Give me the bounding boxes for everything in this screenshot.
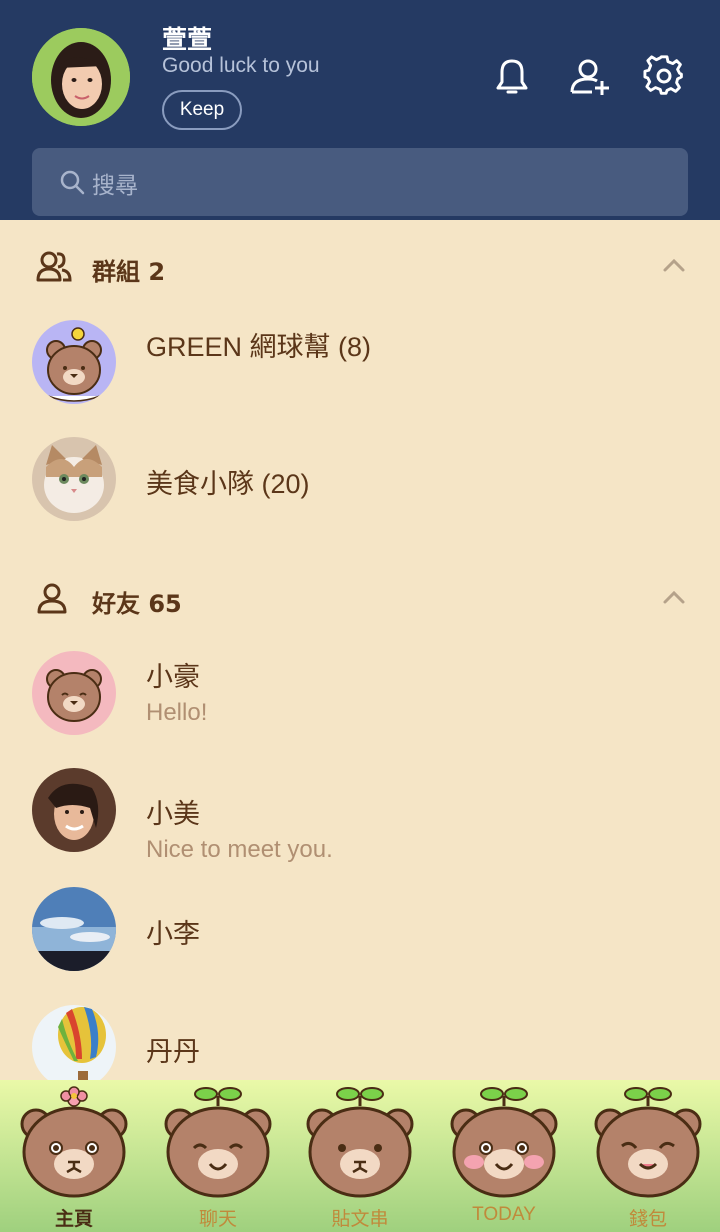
search-bar[interactable]: 搜尋 bbox=[32, 148, 688, 216]
bottom-tab-bar: 主頁 聊天 貼文串 TODAY 錢包 bbox=[0, 1080, 720, 1232]
chevron-up-icon[interactable] bbox=[660, 252, 688, 280]
bell-icon[interactable] bbox=[490, 54, 534, 98]
search-icon bbox=[60, 170, 85, 195]
profile-header: 萱萱 Good luck to you Keep 搜尋 bbox=[0, 0, 720, 220]
friend-status-message: Hello! bbox=[146, 699, 208, 726]
group-name: GREEN 網球幫 (8) bbox=[146, 332, 372, 362]
group-avatar-cat bbox=[32, 437, 116, 521]
friend-name: 丹丹 bbox=[146, 1037, 200, 1067]
profile-name: 萱萱 bbox=[162, 25, 213, 54]
chevron-up-icon[interactable] bbox=[660, 584, 688, 612]
friends-section-header[interactable]: 好友 65 bbox=[0, 568, 720, 628]
friend-name: 小豪 bbox=[146, 662, 200, 692]
tab-wallet-label: 錢包 bbox=[628, 1209, 667, 1230]
person-icon bbox=[37, 583, 67, 614]
friend-avatar-sky bbox=[32, 887, 116, 971]
tab-today-label: TODAY bbox=[472, 1204, 536, 1225]
friend-name: 小美 bbox=[146, 799, 200, 829]
group-icon bbox=[36, 251, 72, 282]
keep-button[interactable]: Keep bbox=[162, 90, 242, 130]
tab-timeline-label: 貼文串 bbox=[331, 1209, 389, 1230]
bear-sprout-icon bbox=[594, 1087, 702, 1198]
tab-today[interactable]: TODAY bbox=[432, 1080, 576, 1232]
friend-row[interactable]: 小豪 Hello! bbox=[0, 651, 720, 751]
tab-home-label: 主頁 bbox=[54, 1209, 93, 1230]
tab-chat-label: 聊天 bbox=[198, 1209, 237, 1230]
group-name: 美食小隊 (20) bbox=[146, 469, 310, 499]
groups-section-header[interactable]: 群組 2 bbox=[0, 236, 720, 296]
bear-sprout-icon bbox=[164, 1087, 272, 1198]
add-friend-icon[interactable] bbox=[568, 54, 612, 98]
friends-section-title: 好友 65 bbox=[92, 590, 182, 618]
bear-flower-icon bbox=[20, 1086, 128, 1198]
friend-avatar-bear bbox=[32, 651, 116, 735]
bear-sprout-icon bbox=[450, 1087, 558, 1198]
profile-avatar[interactable] bbox=[32, 28, 130, 126]
tab-timeline[interactable]: 貼文串 bbox=[288, 1080, 432, 1232]
friend-avatar-photo bbox=[32, 768, 116, 852]
friend-avatar-balloon bbox=[32, 1005, 116, 1089]
tab-chat[interactable]: 聊天 bbox=[146, 1080, 290, 1232]
friend-row[interactable]: 小李 bbox=[0, 887, 720, 987]
bear-sprout-icon bbox=[306, 1087, 414, 1198]
friend-row[interactable]: 小美 Nice to meet you. bbox=[0, 768, 720, 868]
search-placeholder: 搜尋 bbox=[92, 173, 138, 199]
friend-status-message: Nice to meet you. bbox=[146, 836, 333, 863]
groups-section-title: 群組 2 bbox=[92, 258, 166, 286]
tab-wallet[interactable]: 錢包 bbox=[576, 1080, 720, 1232]
group-avatar-bear bbox=[32, 320, 116, 404]
group-row-green-tennis[interactable]: GREEN 網球幫 (8) bbox=[0, 320, 720, 420]
group-row-food-team[interactable]: 美食小隊 (20) bbox=[0, 437, 720, 537]
settings-gear-icon[interactable] bbox=[642, 54, 686, 98]
friend-name: 小李 bbox=[146, 919, 200, 949]
profile-status-message: Good luck to you bbox=[162, 54, 320, 77]
tab-home[interactable]: 主頁 bbox=[2, 1080, 146, 1232]
